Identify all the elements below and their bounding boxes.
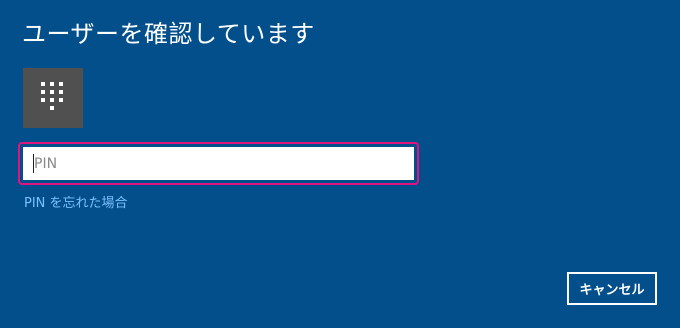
pin-sign-in-tile [23, 68, 83, 128]
cancel-button[interactable]: キャンセル [567, 272, 657, 305]
forgot-pin-link[interactable]: PIN を忘れた場合 [24, 192, 128, 211]
pin-field-focus-frame [18, 142, 419, 185]
keypad-icon [41, 82, 63, 110]
pin-input[interactable] [23, 147, 414, 180]
text-caret [33, 154, 34, 173]
dialog-title: ユーザーを確認しています [22, 20, 315, 48]
